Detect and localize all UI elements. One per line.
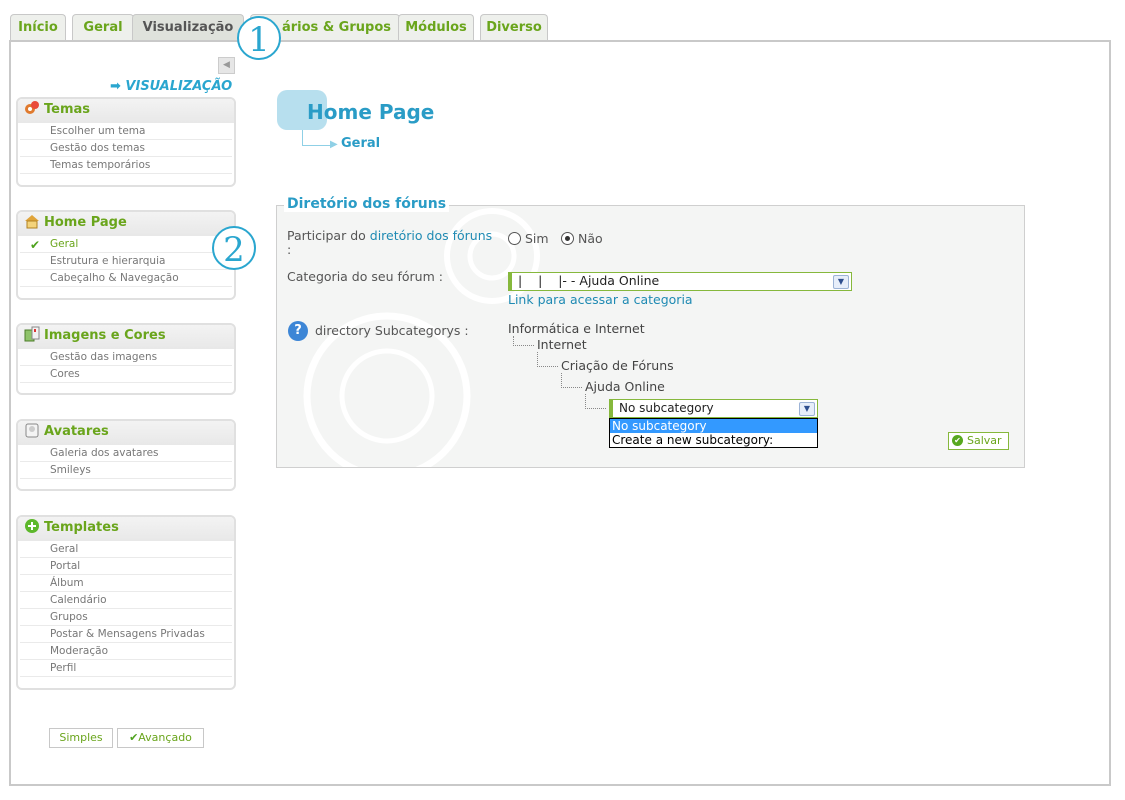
sidebar-item-tpl-geral[interactable]: Geral [20, 541, 232, 558]
tree-connector [513, 336, 534, 346]
tree-connector [561, 373, 582, 388]
breadcrumb-arrow-icon: ▶ [330, 139, 338, 150]
collapse-sidebar-icon[interactable]: ◀ [218, 57, 235, 74]
sidebar-item-geral[interactable]: ✔ Geral [20, 236, 232, 253]
images-icon [24, 326, 40, 342]
page-title: Home Page [307, 100, 435, 124]
sidebar-item-tpl-portal[interactable]: Portal [20, 558, 232, 575]
simple-mode-button[interactable]: Simples [49, 728, 113, 748]
tree-connector [537, 352, 558, 367]
category-label: Categoria do seu fórum : [287, 269, 443, 284]
sidebar-item-gestao-temas[interactable]: Gestão dos temas [20, 140, 232, 157]
radio-button[interactable] [508, 232, 521, 245]
tree-node: Criação de Fóruns [561, 358, 674, 373]
panel-templates-header[interactable]: Templates [18, 517, 234, 541]
directory-link[interactable]: diretório dos fóruns [370, 228, 492, 243]
avatar-icon [25, 423, 39, 438]
tree-node: Ajuda Online [585, 379, 665, 394]
panel-home-page: Home Page ✔ Geral Estrutura e hierarquia … [16, 210, 236, 300]
palette-icon [25, 101, 39, 114]
tree-node: Internet [537, 337, 587, 352]
sidebar-item-tpl-perfil[interactable]: Perfil [20, 660, 232, 677]
panel-templates: Templates Geral Portal Álbum Calendário … [16, 515, 236, 690]
fieldset-legend: Diretório dos fóruns [284, 196, 450, 212]
save-button[interactable]: ✔ Salvar [948, 432, 1009, 450]
sidebar-item-galeria-avatares[interactable]: Galeria dos avatares [20, 445, 232, 462]
sidebar-item-estrutura[interactable]: Estrutura e hierarquia [20, 253, 232, 270]
sidebar-item-smileys[interactable]: Smileys [20, 462, 232, 479]
subcategory-dropdown-list: No subcategory Create a new subcategory: [609, 418, 818, 448]
sidebar-item-cores[interactable]: Cores [20, 366, 232, 383]
panel-avatares: Avatares Galeria dos avatares Smileys [16, 419, 236, 491]
subcategory-label: directory Subcategorys : [315, 323, 469, 338]
panel-imagens-cores-header[interactable]: Imagens e Cores [18, 325, 234, 349]
panel-imagens-cores: Imagens e Cores Gestão das imagens Cores [16, 323, 236, 395]
sidebar-item-cabecalho[interactable]: Cabeçalho & Navegação [20, 270, 232, 287]
advanced-mode-button[interactable]: ✔Avançado [117, 728, 204, 748]
sidebar-item-tpl-postar[interactable]: Postar & Mensagens Privadas [20, 626, 232, 643]
sidebar-item-gestao-imagens[interactable]: Gestão das imagens [20, 349, 232, 366]
dropdown-option-no-subcategory[interactable]: No subcategory [610, 419, 817, 433]
check-icon: ✔ [30, 238, 41, 252]
tab-modulos[interactable]: Módulos [398, 14, 474, 40]
tab-visualizacao[interactable]: Visualização [132, 14, 244, 42]
radio-button[interactable] [561, 232, 574, 245]
subcategory-select[interactable]: No subcategory ▼ [609, 399, 818, 418]
chevron-down-icon[interactable]: ▼ [833, 275, 849, 289]
sidebar-section-title: ➡ VISUALIZAÇÃO [110, 79, 233, 94]
panel-temas: Temas Escolher um tema Gestão dos temas … [16, 97, 236, 187]
participate-label: Participar do diretório dos fóruns [287, 228, 493, 243]
page-subtitle: Geral [341, 136, 381, 151]
panel-temas-header[interactable]: Temas [18, 99, 234, 123]
tab-geral[interactable]: Geral [72, 14, 134, 40]
radio-nao[interactable]: Não [561, 231, 603, 246]
sidebar-item-temas-temporarios[interactable]: Temas temporários [20, 157, 232, 174]
sidebar-item-escolher-tema[interactable]: Escolher um tema [20, 123, 232, 140]
plus-circle-icon [25, 519, 39, 533]
breadcrumb-line [302, 130, 303, 145]
tree-node: Informática e Internet [508, 321, 645, 336]
sidebar-item-tpl-grupos[interactable]: Grupos [20, 609, 232, 626]
sidebar-item-tpl-album[interactable]: Álbum [20, 575, 232, 592]
tree-connector [585, 394, 606, 409]
panel-avatares-header[interactable]: Avatares [18, 421, 234, 445]
chevron-down-icon[interactable]: ▼ [799, 402, 815, 416]
participate-label-colon: : [287, 242, 292, 257]
tab-diverso[interactable]: Diverso [480, 14, 548, 40]
panel-home-page-header[interactable]: Home Page [18, 212, 234, 236]
sidebar-item-tpl-calendario[interactable]: Calendário [20, 592, 232, 609]
callout-2: 2 [212, 226, 256, 270]
check-icon: ✔ [952, 435, 963, 446]
help-icon[interactable]: ? [288, 321, 308, 341]
tab-inicio[interactable]: Início [10, 14, 66, 40]
dropdown-option-create-subcategory[interactable]: Create a new subcategory: [610, 433, 817, 447]
check-icon: ✔ [129, 731, 139, 744]
callout-1: 1 [237, 16, 281, 60]
sidebar-item-tpl-moderacao[interactable]: Moderação [20, 643, 232, 660]
category-select[interactable]: | | |- - Ajuda Online ▼ [508, 272, 852, 291]
category-link[interactable]: Link para acessar a categoria [508, 292, 693, 307]
radio-sim[interactable]: Sim [508, 231, 549, 246]
house-icon [25, 215, 39, 229]
